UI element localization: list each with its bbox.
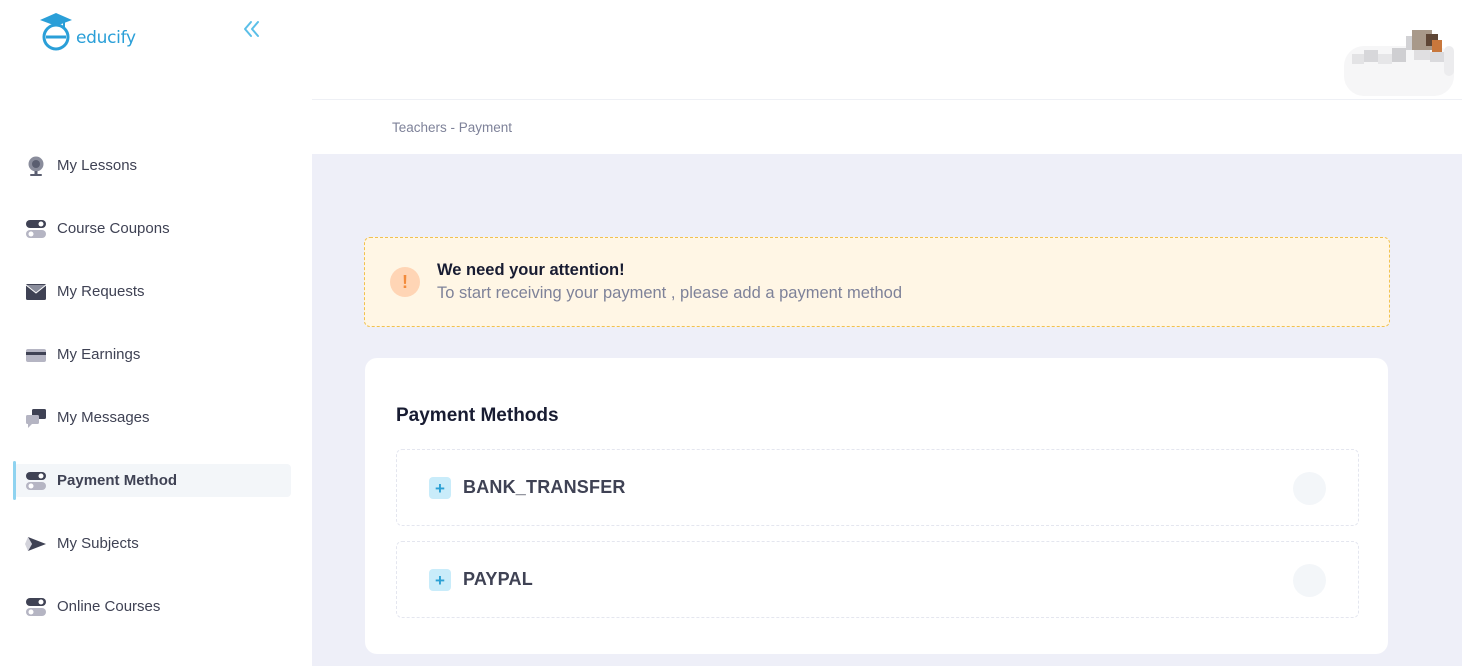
alert-title: We need your attention! xyxy=(437,261,625,279)
credit-card-icon xyxy=(24,343,48,367)
payment-method-label: BANK_TRANSFER xyxy=(463,477,626,497)
sidebar-item-my-requests[interactable]: My Requests xyxy=(14,275,291,308)
sidebar-item-my-subjects[interactable]: My Subjects xyxy=(14,527,291,560)
chat-icon xyxy=(24,406,48,430)
sidebar-item-label: Course Coupons xyxy=(57,220,170,237)
payment-method-paypal[interactable]: + PAYPAL xyxy=(396,541,1359,618)
expand-toggle-button[interactable] xyxy=(1293,564,1326,597)
sidebar-item-label: Payment Method xyxy=(57,472,178,489)
sidebar: educify My Lessons Course Coupons My Req… xyxy=(0,0,312,666)
sidebar-item-my-earnings[interactable]: My Earnings xyxy=(14,338,291,371)
pixelated-avatar-image xyxy=(1344,30,1454,96)
plus-icon[interactable]: + xyxy=(429,477,451,499)
sidebar-item-label: Online Courses xyxy=(57,598,161,615)
toggle-icon xyxy=(24,595,48,619)
sidebar-item-label: My Earnings xyxy=(57,346,141,363)
card-title: Payment Methods xyxy=(396,405,559,426)
sidebar-item-label: My Requests xyxy=(57,283,145,300)
payment-method-label: PAYPAL xyxy=(463,569,533,589)
payment-methods-card: Payment Methods + BANK_TRANSFER + PAYPAL xyxy=(365,358,1388,654)
breadcrumb: Teachers - Payment xyxy=(392,120,513,135)
sidebar-item-course-coupons[interactable]: Course Coupons xyxy=(14,212,291,245)
plus-icon[interactable]: + xyxy=(429,569,451,591)
toggle-icon xyxy=(24,217,48,241)
toggle-icon xyxy=(24,469,48,493)
sidebar-item-label: My Messages xyxy=(57,409,150,426)
main-content: ! We need your attention! To start recei… xyxy=(312,154,1462,666)
user-avatar[interactable] xyxy=(1342,26,1462,108)
envelope-icon xyxy=(24,280,48,304)
alert-text: To start receiving your payment , please… xyxy=(437,284,903,302)
collapse-sidebar-button[interactable] xyxy=(240,18,264,40)
sidebar-item-label: My Subjects xyxy=(57,535,139,552)
logo-mark-icon xyxy=(40,13,72,51)
logo-text: educify xyxy=(76,28,136,48)
payment-method-bank-transfer[interactable]: + BANK_TRANSFER xyxy=(396,449,1359,526)
expand-toggle-button[interactable] xyxy=(1293,472,1326,505)
sidebar-item-online-courses[interactable]: Online Courses xyxy=(14,590,291,623)
subheader: Teachers - Payment xyxy=(312,101,1462,154)
sidebar-item-label: My Lessons xyxy=(57,157,138,174)
webcam-icon xyxy=(24,154,48,178)
sidebar-item-my-messages[interactable]: My Messages xyxy=(14,401,291,434)
exclamation-icon: ! xyxy=(390,267,420,297)
sidebar-item-payment-method[interactable]: Payment Method xyxy=(13,461,291,500)
double-chevron-left-icon xyxy=(244,21,259,37)
sidebar-item-my-lessons[interactable]: My Lessons xyxy=(14,149,291,182)
top-header xyxy=(312,0,1462,100)
attention-alert: ! We need your attention! To start recei… xyxy=(364,237,1390,327)
educify-logo[interactable]: educify xyxy=(34,10,154,54)
send-icon xyxy=(24,532,48,556)
